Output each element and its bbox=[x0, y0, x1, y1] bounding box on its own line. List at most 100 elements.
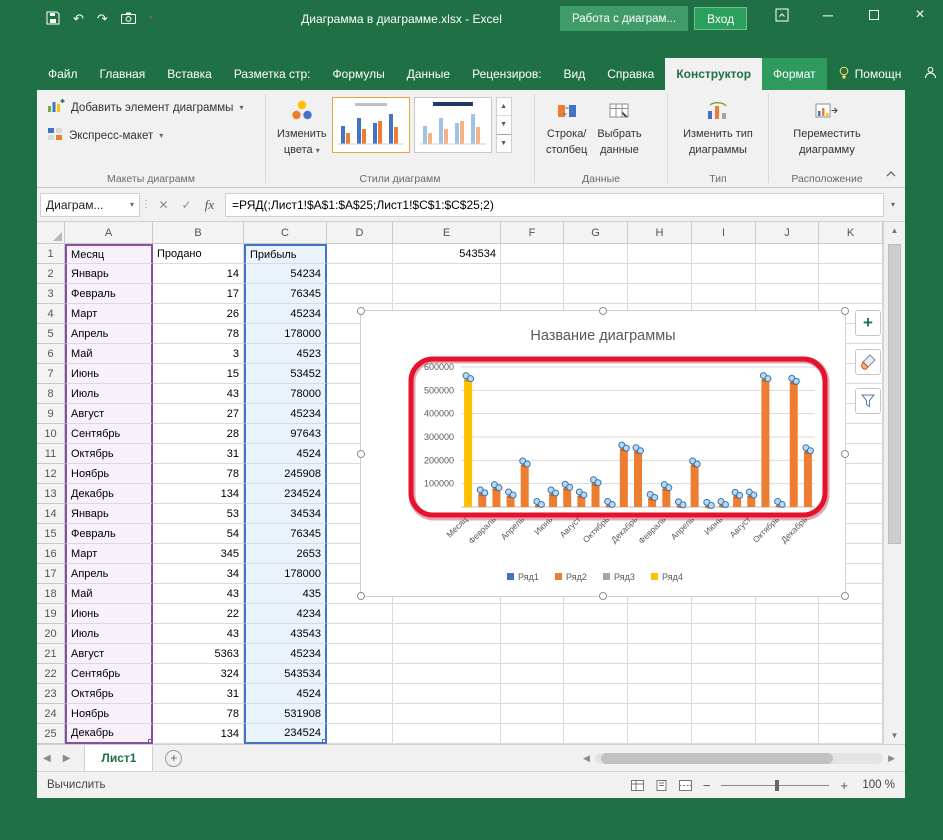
tab-home[interactable]: Главная bbox=[89, 58, 157, 90]
tab-review[interactable]: Рецензиров: bbox=[461, 58, 552, 90]
cell-D22[interactable] bbox=[327, 664, 393, 684]
cell-C17[interactable]: 178000 bbox=[244, 564, 327, 584]
column-header-G[interactable]: G bbox=[564, 222, 628, 244]
cell-C25[interactable]: 234524 bbox=[244, 724, 327, 744]
row-header-14[interactable]: 14 bbox=[37, 504, 65, 524]
cell-H3[interactable] bbox=[628, 284, 692, 304]
cell-C14[interactable]: 34534 bbox=[244, 504, 327, 524]
cell-A4[interactable]: Март bbox=[65, 304, 153, 324]
gallery-down-icon[interactable]: ▼ bbox=[496, 115, 511, 133]
cell-A8[interactable]: Июль bbox=[65, 384, 153, 404]
close-button[interactable]: × bbox=[897, 0, 943, 30]
cell-G21[interactable] bbox=[564, 644, 628, 664]
row-header-22[interactable]: 22 bbox=[37, 664, 65, 684]
cell-J1[interactable] bbox=[756, 244, 819, 264]
horizontal-scroll-thumb[interactable] bbox=[600, 753, 834, 764]
cell-E2[interactable] bbox=[393, 264, 501, 284]
row-header-16[interactable]: 16 bbox=[37, 544, 65, 564]
cell-B8[interactable]: 43 bbox=[153, 384, 244, 404]
row-header-6[interactable]: 6 bbox=[37, 344, 65, 364]
cell-G19[interactable] bbox=[564, 604, 628, 624]
cell-D25[interactable] bbox=[327, 724, 393, 744]
cell-I19[interactable] bbox=[692, 604, 756, 624]
cell-B12[interactable]: 78 bbox=[153, 464, 244, 484]
normal-view-icon[interactable] bbox=[630, 779, 644, 791]
cell-B15[interactable]: 54 bbox=[153, 524, 244, 544]
cell-J20[interactable] bbox=[756, 624, 819, 644]
cell-E1[interactable]: 543534 bbox=[393, 244, 501, 264]
cell-F1[interactable] bbox=[501, 244, 564, 264]
column-header-B[interactable]: B bbox=[153, 222, 244, 244]
cell-D3[interactable] bbox=[327, 284, 393, 304]
cell-I24[interactable] bbox=[692, 704, 756, 724]
name-box-dropdown-icon[interactable]: ▾ bbox=[130, 200, 134, 209]
chart-style-thumb-1[interactable] bbox=[331, 97, 410, 153]
cell-J2[interactable] bbox=[756, 264, 819, 284]
tab-view[interactable]: Вид bbox=[553, 58, 597, 90]
cell-C3[interactable]: 76345 bbox=[244, 284, 327, 304]
scroll-up-icon[interactable]: ▲ bbox=[884, 226, 905, 235]
chart-handle[interactable] bbox=[841, 592, 849, 600]
cell-A16[interactable]: Март bbox=[65, 544, 153, 564]
enter-icon[interactable]: ✓ bbox=[175, 198, 198, 212]
column-header-E[interactable]: E bbox=[393, 222, 501, 244]
cell-B20[interactable]: 43 bbox=[153, 624, 244, 644]
cell-C6[interactable]: 4523 bbox=[244, 344, 327, 364]
cell-B22[interactable]: 324 bbox=[153, 664, 244, 684]
cell-K19[interactable] bbox=[819, 604, 883, 624]
zoom-slider-thumb[interactable] bbox=[775, 779, 780, 791]
row-header-5[interactable]: 5 bbox=[37, 324, 65, 344]
column-header-K[interactable]: K bbox=[819, 222, 883, 244]
cell-B2[interactable]: 14 bbox=[153, 264, 244, 284]
cell-F25[interactable] bbox=[501, 724, 564, 744]
cell-F3[interactable] bbox=[501, 284, 564, 304]
row-header-24[interactable]: 24 bbox=[37, 704, 65, 724]
cell-A24[interactable]: Ноябрь bbox=[65, 704, 153, 724]
tab-insert[interactable]: Вставка bbox=[156, 58, 223, 90]
scroll-right-icon[interactable]: ▶ bbox=[888, 753, 895, 764]
formula-bar-splitter[interactable]: ⋮ bbox=[140, 199, 152, 210]
cell-C10[interactable]: 97643 bbox=[244, 424, 327, 444]
cell-B23[interactable]: 31 bbox=[153, 684, 244, 704]
cell-B10[interactable]: 28 bbox=[153, 424, 244, 444]
formula-input[interactable]: =РЯД(;Лист1!$A$1:$A$25;Лист1!$C$1:$C$25;… bbox=[225, 192, 884, 217]
cell-B4[interactable]: 26 bbox=[153, 304, 244, 324]
cell-G3[interactable] bbox=[564, 284, 628, 304]
row-header-23[interactable]: 23 bbox=[37, 684, 65, 704]
cell-B16[interactable]: 345 bbox=[153, 544, 244, 564]
add-chart-element-button[interactable]: Добавить элемент диаграммы ▾ bbox=[43, 93, 247, 122]
cell-A14[interactable]: Январь bbox=[65, 504, 153, 524]
chart-handle[interactable] bbox=[599, 307, 607, 315]
minimize-button[interactable]: ─ bbox=[805, 0, 851, 30]
cell-H20[interactable] bbox=[628, 624, 692, 644]
cell-E22[interactable] bbox=[393, 664, 501, 684]
column-header-I[interactable]: I bbox=[692, 222, 756, 244]
cell-I2[interactable] bbox=[692, 264, 756, 284]
tab-data[interactable]: Данные bbox=[396, 58, 461, 90]
cell-C5[interactable]: 178000 bbox=[244, 324, 327, 344]
insert-function-icon[interactable]: fx bbox=[198, 197, 221, 213]
row-header-15[interactable]: 15 bbox=[37, 524, 65, 544]
cell-K3[interactable] bbox=[819, 284, 883, 304]
scroll-left-icon[interactable]: ◀ bbox=[583, 753, 590, 764]
cell-K20[interactable] bbox=[819, 624, 883, 644]
cell-D2[interactable] bbox=[327, 264, 393, 284]
cell-B21[interactable]: 5363 bbox=[153, 644, 244, 664]
cell-C9[interactable]: 45234 bbox=[244, 404, 327, 424]
tab-formulas[interactable]: Формулы bbox=[322, 58, 396, 90]
cell-F22[interactable] bbox=[501, 664, 564, 684]
row-header-19[interactable]: 19 bbox=[37, 604, 65, 624]
cell-E25[interactable] bbox=[393, 724, 501, 744]
cell-C20[interactable]: 43543 bbox=[244, 624, 327, 644]
cell-J21[interactable] bbox=[756, 644, 819, 664]
maximize-button[interactable] bbox=[851, 0, 897, 30]
cell-I21[interactable] bbox=[692, 644, 756, 664]
cell-A15[interactable]: Февраль bbox=[65, 524, 153, 544]
cell-F24[interactable] bbox=[501, 704, 564, 724]
cell-G22[interactable] bbox=[564, 664, 628, 684]
column-header-H[interactable]: H bbox=[628, 222, 692, 244]
sheet-tab-list1[interactable]: Лист1 bbox=[84, 745, 154, 771]
chart[interactable]: 600000 500000 400000 300000 200000 100000 Меся… bbox=[357, 307, 849, 600]
cell-A1[interactable]: Месяц bbox=[65, 244, 153, 264]
zoom-in-button[interactable]: + bbox=[840, 778, 848, 793]
